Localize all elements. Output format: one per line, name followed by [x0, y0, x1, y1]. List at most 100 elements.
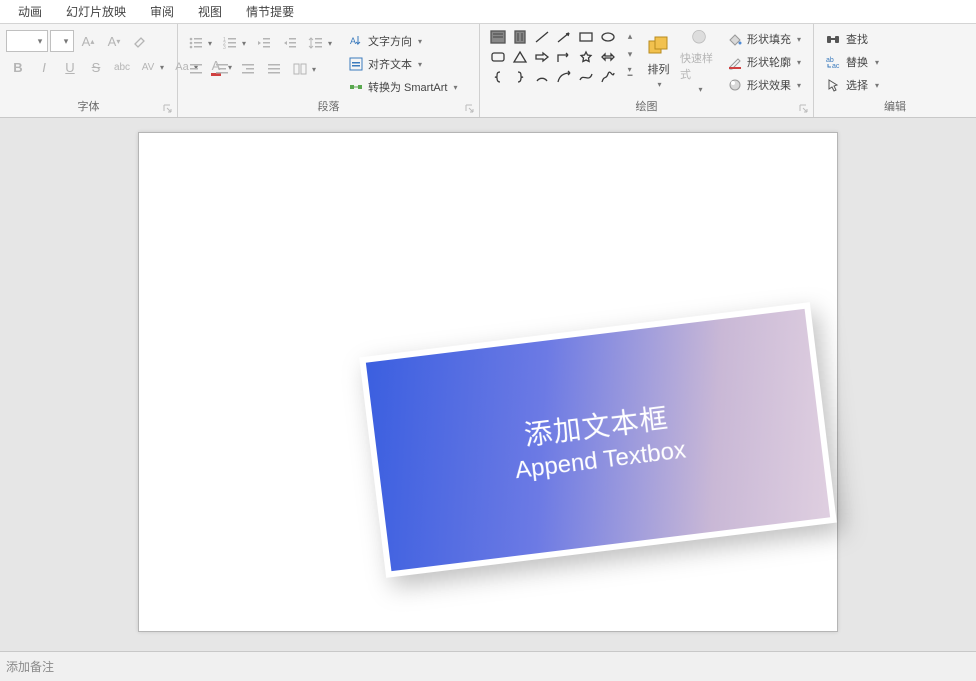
find-button[interactable]: 查找: [822, 28, 871, 50]
bullets-button[interactable]: [184, 32, 208, 54]
pen-outline-icon: [727, 54, 743, 70]
group-paragraph: ▾ 123 ▾ ▾ ▾ A 文字方向▾: [178, 24, 480, 117]
text-direction-button[interactable]: A 文字方向▾: [344, 30, 461, 52]
chevron-down-icon[interactable]: ▾: [312, 65, 320, 74]
shape-rbrace[interactable]: [510, 68, 530, 86]
shape-arc[interactable]: [532, 68, 552, 86]
chevron-down-icon[interactable]: ▾: [208, 39, 216, 48]
align-left-button[interactable]: [184, 58, 208, 80]
chevron-down-icon: ▾: [797, 81, 801, 90]
align-justify-button[interactable]: [262, 58, 286, 80]
gallery-up-button[interactable]: ▴: [623, 28, 637, 45]
convert-smartart-button[interactable]: 转换为 SmartArt▾: [344, 76, 461, 98]
shape-textbox[interactable]: [488, 28, 508, 46]
menu-view[interactable]: 视图: [186, 0, 234, 23]
chevron-down-icon: ▾: [657, 80, 661, 89]
menu-storyboard[interactable]: 情节提要: [234, 0, 306, 23]
gallery-more-button[interactable]: ▾━: [623, 64, 637, 81]
group-drawing: ▴ ▾ ▾━ 排列 ▾ 快速样式 ▾ 形状填充▾: [480, 24, 814, 117]
text-shadow-button[interactable]: abc: [110, 56, 134, 78]
menu-slideshow[interactable]: 幻灯片放映: [54, 0, 138, 23]
shape-effects-button[interactable]: 形状效果▾: [723, 74, 805, 96]
dialog-launcher-icon[interactable]: [798, 102, 810, 114]
shape-connector[interactable]: [554, 68, 574, 86]
chevron-down-icon: ▾: [418, 60, 422, 69]
bullets-icon: [188, 35, 204, 51]
chevron-down-icon[interactable]: ▾: [242, 39, 250, 48]
dialog-launcher-icon[interactable]: [464, 102, 476, 114]
arrange-button[interactable]: 排列 ▾: [639, 28, 678, 94]
chevron-down-icon: ▾: [418, 37, 422, 46]
columns-button[interactable]: [288, 58, 312, 80]
group-edit: 查找 abac 替换▾ 选择▾ 编辑: [814, 24, 976, 117]
shape-freeform[interactable]: [598, 68, 618, 86]
chevron-down-icon[interactable]: ▾: [328, 39, 336, 48]
shape-lbrace[interactable]: [488, 68, 508, 86]
binoculars-icon: [825, 31, 841, 47]
underline-button[interactable]: U: [58, 56, 82, 78]
shape-triangle[interactable]: [510, 48, 530, 66]
numbering-button[interactable]: 123: [218, 32, 242, 54]
shrink-font-button[interactable]: A▾: [102, 30, 126, 52]
strike-button[interactable]: S: [84, 56, 108, 78]
quick-styles-button[interactable]: 快速样式 ▾: [680, 28, 719, 94]
shape-double-arrow[interactable]: [598, 48, 618, 66]
outdent-icon: [256, 35, 272, 51]
decrease-indent-button[interactable]: [252, 32, 276, 54]
select-button[interactable]: 选择▾: [822, 74, 882, 96]
columns-icon: [292, 61, 308, 77]
chevron-down-icon: ▾: [33, 36, 47, 47]
group-font: ▾ ▾ A▴ A▾ B I U S abc AV▾ Aa▾ A▾ 字体: [0, 24, 178, 117]
clear-format-button[interactable]: [128, 30, 152, 52]
align-center-button[interactable]: [210, 58, 234, 80]
paint-bucket-icon: [727, 31, 743, 47]
shape-star[interactable]: [576, 48, 596, 66]
shape-rect[interactable]: [576, 28, 596, 46]
font-size-combo[interactable]: ▾: [50, 30, 74, 52]
shape-vtextbox[interactable]: [510, 28, 530, 46]
align-text-icon: [348, 56, 364, 72]
grow-font-button[interactable]: A▴: [76, 30, 100, 52]
arrange-icon: [646, 34, 670, 58]
shape-roundrect[interactable]: [488, 48, 508, 66]
group-label-paragraph: 段落: [178, 98, 479, 117]
align-text-button[interactable]: 对齐文本▾: [344, 53, 461, 75]
slide-canvas[interactable]: 添加文本框 Append Textbox: [0, 118, 976, 641]
align-justify-icon: [266, 61, 282, 77]
chevron-down-icon: ▾: [875, 58, 879, 67]
chevron-down-icon: ▾: [875, 81, 879, 90]
notes-pane[interactable]: 添加备注: [0, 651, 976, 681]
gallery-down-button[interactable]: ▾: [623, 46, 637, 63]
replace-button[interactable]: abac 替换▾: [822, 51, 882, 73]
shape-outline-button[interactable]: 形状轮廓▾: [723, 51, 805, 73]
smartart-icon: [348, 79, 364, 95]
shape-line[interactable]: [532, 28, 552, 46]
numbering-icon: 123: [222, 35, 238, 51]
shape-l-connector[interactable]: [554, 48, 574, 66]
cursor-icon: [825, 77, 841, 93]
shape-curve[interactable]: [576, 68, 596, 86]
chevron-down-icon: ▾: [797, 58, 801, 67]
align-right-button[interactable]: [236, 58, 260, 80]
effects-icon: [727, 77, 743, 93]
slide[interactable]: 添加文本框 Append Textbox: [138, 132, 838, 632]
chevron-down-icon[interactable]: ▾: [160, 63, 168, 72]
textbox-shape[interactable]: 添加文本框 Append Textbox: [359, 302, 837, 578]
group-label-drawing: 绘图: [480, 98, 813, 117]
shape-arrow-line[interactable]: [554, 28, 574, 46]
line-spacing-button[interactable]: [304, 32, 328, 54]
quick-styles-icon: [687, 28, 711, 47]
shape-oval[interactable]: [598, 28, 618, 46]
shapes-gallery[interactable]: [488, 28, 618, 86]
align-left-icon: [188, 61, 204, 77]
menu-review[interactable]: 审阅: [138, 0, 186, 23]
italic-button[interactable]: I: [32, 56, 56, 78]
font-name-combo[interactable]: ▾: [6, 30, 48, 52]
shape-fill-button[interactable]: 形状填充▾: [723, 28, 805, 50]
menu-animation[interactable]: 动画: [6, 0, 54, 23]
shape-arrow-right[interactable]: [532, 48, 552, 66]
increase-indent-button[interactable]: [278, 32, 302, 54]
char-spacing-button[interactable]: AV: [136, 56, 160, 78]
bold-button[interactable]: B: [6, 56, 30, 78]
dialog-launcher-icon[interactable]: [162, 102, 174, 114]
